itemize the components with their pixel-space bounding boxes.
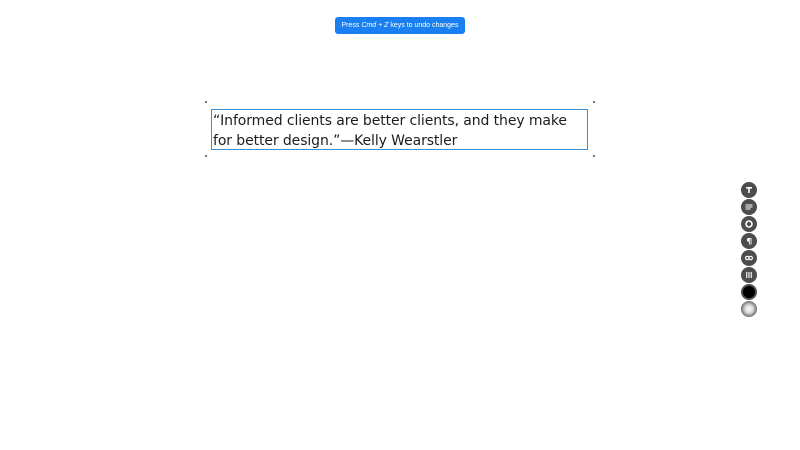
resize-handle-top-left[interactable]: [205, 101, 207, 103]
columns-button[interactable]: [741, 267, 757, 283]
style-button[interactable]: [741, 216, 757, 232]
resize-handle-top-right[interactable]: [593, 101, 595, 103]
link-button[interactable]: [741, 250, 757, 266]
columns-icon: [746, 272, 752, 278]
toast-suffix: keys to undo changes: [388, 22, 459, 29]
text-type-button[interactable]: [741, 182, 757, 198]
link-icon: [744, 255, 754, 261]
undo-toast: Press Cmd + Z keys to undo changes: [335, 17, 465, 34]
resize-handle-bottom-left[interactable]: [205, 155, 207, 157]
resize-handle-bottom-right[interactable]: [593, 155, 595, 157]
align-left-icon: [745, 204, 753, 210]
quote-text[interactable]: “Informed clients are better clients, an…: [213, 111, 585, 151]
format-toolbar: [741, 182, 758, 318]
toast-prefix: Press: [341, 22, 362, 29]
paragraph-icon: [746, 238, 752, 245]
toast-shortcut: Cmd + Z: [361, 22, 389, 29]
text-type-icon: [746, 187, 752, 193]
paragraph-button[interactable]: [741, 233, 757, 249]
circle-outline-icon: [745, 220, 753, 228]
align-button[interactable]: [741, 199, 757, 215]
editor-canvas[interactable]: Press Cmd + Z keys to undo changes “Info…: [0, 0, 800, 450]
gradient-swatch[interactable]: [741, 301, 757, 317]
color-black-swatch[interactable]: [741, 284, 757, 300]
text-block[interactable]: “Informed clients are better clients, an…: [211, 109, 588, 150]
